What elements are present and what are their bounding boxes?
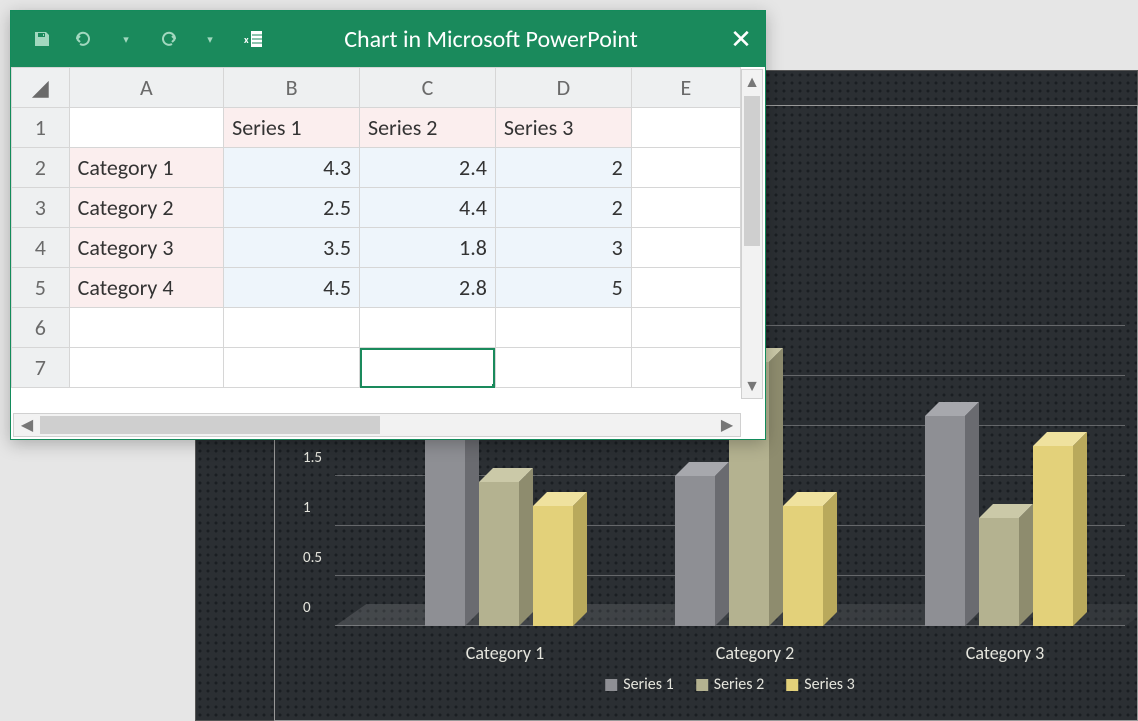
row-header[interactable]: 4 (12, 228, 70, 268)
cell[interactable] (631, 308, 740, 348)
cell[interactable]: 2.8 (360, 268, 496, 308)
y-tick: 1.5 (303, 449, 322, 467)
cell[interactable] (69, 108, 223, 148)
y-tick: 0 (303, 599, 311, 617)
scroll-left-icon[interactable]: ◀ (14, 415, 40, 435)
chart-legend[interactable]: Series 1 Series 2 Series 3 (605, 675, 855, 694)
bar-cat1-series3[interactable] (533, 506, 573, 626)
row-header[interactable]: 2 (12, 148, 70, 188)
redo-dropdown-icon[interactable]: ▾ (197, 26, 223, 52)
legend-item: Series 3 (786, 675, 855, 694)
cell[interactable] (360, 308, 496, 348)
excel-data-window: ▾ ▾ x Chart in Microsoft PowerPoint ✕ ◢ … (10, 10, 766, 440)
cell[interactable]: 5 (495, 268, 631, 308)
bar-cat1-series2[interactable] (479, 482, 519, 626)
active-cell[interactable] (360, 348, 496, 388)
undo-dropdown-icon[interactable]: ▾ (113, 26, 139, 52)
cell[interactable]: 2 (495, 188, 631, 228)
scroll-up-icon[interactable]: ▲ (742, 70, 762, 94)
cell[interactable] (69, 308, 223, 348)
y-tick: 1 (303, 499, 311, 517)
spreadsheet[interactable]: ◢ A B C D E 1 Series 1 Series 2 Series 3… (11, 67, 765, 439)
legend-swatch-icon (605, 679, 617, 691)
scroll-thumb[interactable] (40, 416, 380, 434)
excel-app-icon: x (239, 26, 265, 52)
horizontal-scrollbar[interactable]: ◀ ▶ (13, 413, 741, 437)
vertical-scrollbar[interactable]: ▲ ▼ (741, 69, 763, 399)
col-header-A[interactable]: A (69, 68, 223, 108)
row-header[interactable]: 7 (12, 348, 70, 388)
close-button[interactable]: ✕ (717, 23, 765, 55)
col-header-B[interactable]: B (224, 68, 360, 108)
bar-cat2-series3[interactable] (783, 506, 823, 626)
row-header[interactable]: 3 (12, 188, 70, 228)
cell[interactable]: Category 3 (69, 228, 223, 268)
cell[interactable] (631, 268, 740, 308)
bar-cat2-series1[interactable] (675, 476, 715, 626)
legend-item: Series 1 (605, 675, 674, 694)
redo-icon[interactable] (155, 26, 181, 52)
row-header[interactable]: 6 (12, 308, 70, 348)
undo-icon[interactable] (71, 26, 97, 52)
cell[interactable]: 1.8 (360, 228, 496, 268)
cell[interactable]: 3.5 (224, 228, 360, 268)
cell[interactable]: 3 (495, 228, 631, 268)
legend-swatch-icon (786, 679, 798, 691)
cell[interactable]: 4.5 (224, 268, 360, 308)
window-title: Chart in Microsoft PowerPoint (265, 25, 717, 54)
col-header-D[interactable]: D (495, 68, 631, 108)
cell[interactable] (69, 348, 223, 388)
cell[interactable]: Series 1 (224, 108, 360, 148)
scroll-thumb[interactable] (744, 96, 760, 246)
scroll-right-icon[interactable]: ▶ (714, 415, 740, 435)
category-label: Category 1 (466, 642, 544, 664)
cell[interactable] (495, 308, 631, 348)
row-header[interactable]: 5 (12, 268, 70, 308)
cell[interactable] (631, 348, 740, 388)
col-header-E[interactable]: E (631, 68, 740, 108)
svg-text:x: x (244, 33, 249, 46)
scroll-down-icon[interactable]: ▼ (742, 374, 762, 398)
grid[interactable]: ◢ A B C D E 1 Series 1 Series 2 Series 3… (11, 67, 741, 388)
cell[interactable] (224, 308, 360, 348)
cell[interactable]: 2 (495, 148, 631, 188)
bar-cat3-series1[interactable] (925, 416, 965, 626)
category-label: Category 3 (966, 642, 1044, 664)
cell[interactable]: Category 1 (69, 148, 223, 188)
y-tick: 0.5 (303, 549, 322, 567)
quick-access-toolbar: ▾ ▾ x (11, 26, 265, 52)
cell[interactable]: Series 2 (360, 108, 496, 148)
bar-cat3-series3[interactable] (1033, 446, 1073, 626)
cell[interactable] (631, 108, 740, 148)
legend-item: Series 2 (696, 675, 765, 694)
bar-cat3-series2[interactable] (979, 518, 1019, 626)
cell[interactable]: Category 4 (69, 268, 223, 308)
cell[interactable]: Series 3 (495, 108, 631, 148)
select-all-corner[interactable]: ◢ (12, 68, 70, 108)
cell[interactable] (495, 348, 631, 388)
legend-swatch-icon (696, 679, 708, 691)
cell[interactable] (631, 148, 740, 188)
cell[interactable]: 2.4 (360, 148, 496, 188)
cell[interactable] (224, 348, 360, 388)
cell[interactable]: Category 2 (69, 188, 223, 228)
titlebar[interactable]: ▾ ▾ x Chart in Microsoft PowerPoint ✕ (11, 11, 765, 67)
col-header-C[interactable]: C (360, 68, 496, 108)
cell[interactable] (631, 228, 740, 268)
category-label: Category 2 (716, 642, 794, 664)
cell[interactable]: 2.5 (224, 188, 360, 228)
cell[interactable]: 4.4 (360, 188, 496, 228)
cell[interactable] (631, 188, 740, 228)
row-header[interactable]: 1 (12, 108, 70, 148)
save-icon[interactable] (29, 26, 55, 52)
cell[interactable]: 4.3 (224, 148, 360, 188)
